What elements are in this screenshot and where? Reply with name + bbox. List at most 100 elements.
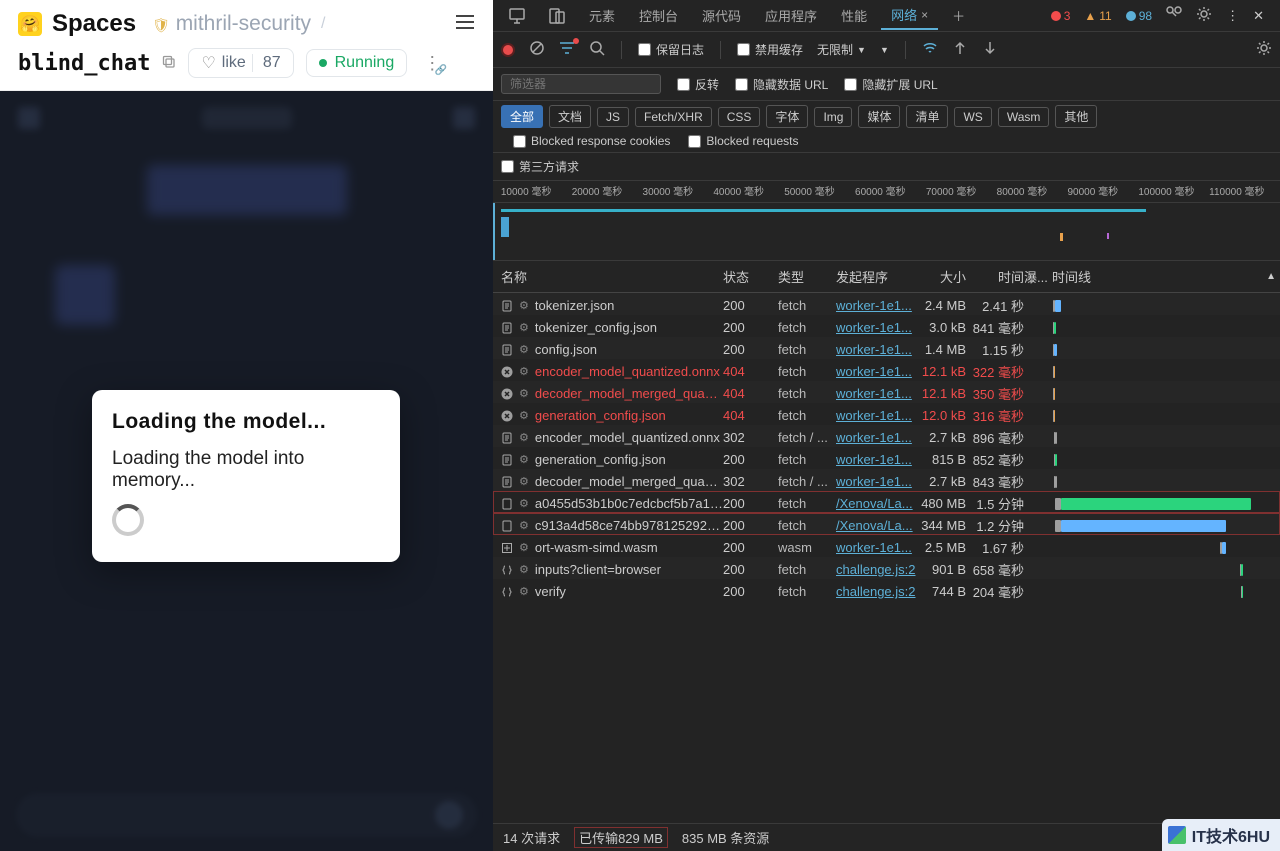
timeline-ruler[interactable]: 10000 毫秒20000 毫秒30000 毫秒40000 毫秒50000 毫秒… xyxy=(493,181,1280,203)
preserve-log-checkbox[interactable]: 保留日志 xyxy=(638,41,704,58)
like-button[interactable]: ♡ like 87 xyxy=(188,48,293,78)
tab-elements[interactable]: 元素 xyxy=(579,2,625,29)
close-devtools-icon[interactable]: ✕ xyxy=(1253,8,1264,24)
timeline-overview[interactable] xyxy=(493,203,1280,261)
third-party-checkbox[interactable]: 第三方请求 xyxy=(501,158,579,175)
initiator-link[interactable]: worker-1e1... xyxy=(836,320,916,335)
col-initiator[interactable]: 发起程序 xyxy=(836,267,916,286)
table-row[interactable]: ⚙generation_config.json404fetchworker-1e… xyxy=(493,403,1280,425)
throttle-select[interactable]: 无限制▼ xyxy=(817,41,866,58)
upload-icon[interactable] xyxy=(952,40,968,59)
tab-network[interactable]: 网络 × xyxy=(881,1,938,30)
col-size[interactable]: 大小 xyxy=(916,267,966,286)
table-row[interactable]: ⚙inputs?client=browser200fetchchallenge.… xyxy=(493,557,1280,579)
col-time[interactable]: 时间 xyxy=(966,267,1024,286)
col-priority[interactable]: 瀑... xyxy=(1024,267,1052,286)
filter-input[interactable] xyxy=(501,74,661,94)
table-row[interactable]: ⚙verify200fetchchallenge.js:2744 B204 毫秒 xyxy=(493,579,1280,601)
filter-toggle-icon[interactable] xyxy=(559,40,575,59)
table-row[interactable]: ⚙ort-wasm-simd.wasm200wasmworker-1e1...2… xyxy=(493,535,1280,557)
sort-icon[interactable]: ▲ xyxy=(1258,267,1276,286)
col-type[interactable]: 类型 xyxy=(778,267,836,286)
table-row[interactable]: ⚙tokenizer.json200fetchworker-1e1...2.4 … xyxy=(493,293,1280,315)
initiator-link[interactable]: worker-1e1... xyxy=(836,540,916,555)
table-row[interactable]: ⚙tokenizer_config.json200fetchworker-1e1… xyxy=(493,315,1280,337)
resource-type: fetch xyxy=(778,364,836,379)
kebab-icon[interactable]: ⋮ xyxy=(1226,8,1239,24)
clear-icon[interactable] xyxy=(529,40,545,59)
filter-chip[interactable]: 字体 xyxy=(766,105,808,128)
settings-icon[interactable] xyxy=(1256,40,1272,59)
search-icon[interactable] xyxy=(589,40,605,59)
filter-chip[interactable]: JS xyxy=(597,107,629,127)
table-row[interactable]: ⚙a0455d53b1b0c7edcbcf5b7a17...200fetch/X… xyxy=(493,491,1280,513)
initiator-link[interactable]: challenge.js:2 xyxy=(836,562,916,577)
info-count[interactable]: 98 xyxy=(1126,9,1152,23)
initiator-link[interactable]: worker-1e1... xyxy=(836,386,916,401)
table-row[interactable]: ⚙encoder_model_quantized.onnx404fetchwor… xyxy=(493,359,1280,381)
throttle-apply-icon[interactable]: ▼ xyxy=(880,45,889,55)
col-name[interactable]: 名称 xyxy=(501,267,723,286)
add-tab-icon[interactable]: ＋ xyxy=(942,2,975,29)
device-icon[interactable] xyxy=(539,4,575,28)
initiator-link[interactable]: worker-1e1... xyxy=(836,474,916,489)
table-row[interactable]: ⚙decoder_model_merged_quanti...404fetchw… xyxy=(493,381,1280,403)
copy-icon[interactable] xyxy=(162,55,176,72)
table-row[interactable]: ⚙c913a4d58ce74bb97812529266...200fetch/X… xyxy=(493,513,1280,535)
dock-icon[interactable] xyxy=(1166,6,1182,25)
col-status[interactable]: 状态 xyxy=(723,267,778,286)
heart-icon: ♡ xyxy=(201,53,215,73)
initiator-link[interactable]: worker-1e1... xyxy=(836,452,916,467)
filter-chip[interactable]: 清单 xyxy=(906,105,948,128)
initiator-link[interactable]: worker-1e1... xyxy=(836,430,916,445)
network-table[interactable]: ⚙tokenizer.json200fetchworker-1e1...2.4 … xyxy=(493,293,1280,823)
initiator-link[interactable]: worker-1e1... xyxy=(836,408,916,423)
initiator-link[interactable]: /Xenova/La... xyxy=(836,496,916,511)
gear-icon[interactable] xyxy=(1196,6,1212,25)
resource-name: generation_config.json xyxy=(535,408,666,423)
table-row[interactable]: ⚙decoder_model_merged_quanti...302fetch … xyxy=(493,469,1280,491)
hide-data-url-checkbox[interactable]: 隐藏数据 URL xyxy=(735,76,828,93)
filter-chip[interactable]: Fetch/XHR xyxy=(635,107,712,127)
initiator-link[interactable]: /Xenova/La... xyxy=(836,518,916,533)
initiator-link[interactable]: challenge.js:2 xyxy=(836,584,916,599)
tab-application[interactable]: 应用程序 xyxy=(755,2,827,29)
initiator-link[interactable]: worker-1e1... xyxy=(836,298,916,313)
inspect-icon[interactable] xyxy=(499,4,535,28)
wifi-icon[interactable] xyxy=(922,40,938,59)
invert-checkbox[interactable]: 反转 xyxy=(677,76,719,93)
warning-count[interactable]: ▲11 xyxy=(1084,9,1111,23)
blocked_cookies-checkbox[interactable]: Blocked response cookies xyxy=(513,134,670,148)
filter-chip[interactable]: CSS xyxy=(718,107,761,127)
filter-chip[interactable]: Img xyxy=(814,107,852,127)
filter-chip[interactable]: 媒体 xyxy=(858,105,900,128)
download-icon[interactable] xyxy=(982,40,998,59)
tab-console[interactable]: 控制台 xyxy=(629,2,688,29)
tab-sources[interactable]: 源代码 xyxy=(692,2,751,29)
tab-performance[interactable]: 性能 xyxy=(831,2,877,29)
filter-chip[interactable]: 其他 xyxy=(1055,105,1097,128)
filter-chip[interactable]: 全部 xyxy=(501,105,543,128)
initiator-link[interactable]: worker-1e1... xyxy=(836,342,916,357)
table-row[interactable]: ⚙generation_config.json200fetchworker-1e… xyxy=(493,447,1280,469)
hamburger-icon[interactable] xyxy=(455,13,475,36)
more-menu-icon[interactable]: ⋮ xyxy=(423,53,441,74)
table-row[interactable]: ⚙encoder_model_quantized.onnx302fetch / … xyxy=(493,425,1280,447)
table-row[interactable]: ⚙config.json200fetchworker-1e1...1.4 MB1… xyxy=(493,337,1280,359)
disable-cache-checkbox[interactable]: 禁用缓存 xyxy=(737,41,803,58)
close-icon[interactable]: × xyxy=(921,8,928,22)
filter-chip[interactable]: WS xyxy=(954,107,991,127)
filter-chip[interactable]: Wasm xyxy=(998,107,1050,127)
hide-ext-url-checkbox[interactable]: 隐藏扩展 URL xyxy=(844,76,937,93)
error-count[interactable]: 3 xyxy=(1051,9,1071,23)
blocked_requests-checkbox[interactable]: Blocked requests xyxy=(688,134,798,148)
status-code: 404 xyxy=(723,408,778,423)
col-waterfall[interactable]: 时间线 xyxy=(1052,267,1258,286)
status-pill[interactable]: Running xyxy=(306,49,408,77)
org-badge[interactable]: 🛡 mithril-security xyxy=(152,12,311,36)
spaces-brand[interactable]: Spaces xyxy=(52,10,136,38)
space-name[interactable]: blind_chat xyxy=(18,51,150,76)
record-icon[interactable] xyxy=(501,43,515,57)
initiator-link[interactable]: worker-1e1... xyxy=(836,364,916,379)
filter-chip[interactable]: 文档 xyxy=(549,105,591,128)
